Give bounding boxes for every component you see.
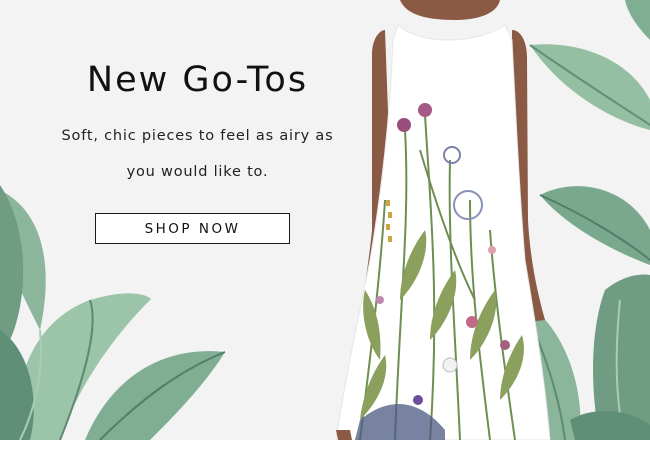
- model-image: [335, 0, 551, 440]
- hero-subtext: Soft, chic pieces to feel as airy as you…: [30, 118, 365, 190]
- shop-now-button[interactable]: SHOP NOW: [95, 213, 290, 244]
- hero-headline: New Go-Tos: [86, 60, 309, 100]
- hero-subtext-line-1: Soft, chic pieces to feel as airy as: [61, 128, 334, 144]
- hero-subtext-line-2: you would like to.: [126, 164, 269, 180]
- bottom-margin: [0, 440, 650, 450]
- promo-banner: New Go-Tos Soft, chic pieces to feel as …: [0, 0, 650, 440]
- hero-copy: New Go-Tos Soft, chic pieces to feel as …: [30, 58, 365, 190]
